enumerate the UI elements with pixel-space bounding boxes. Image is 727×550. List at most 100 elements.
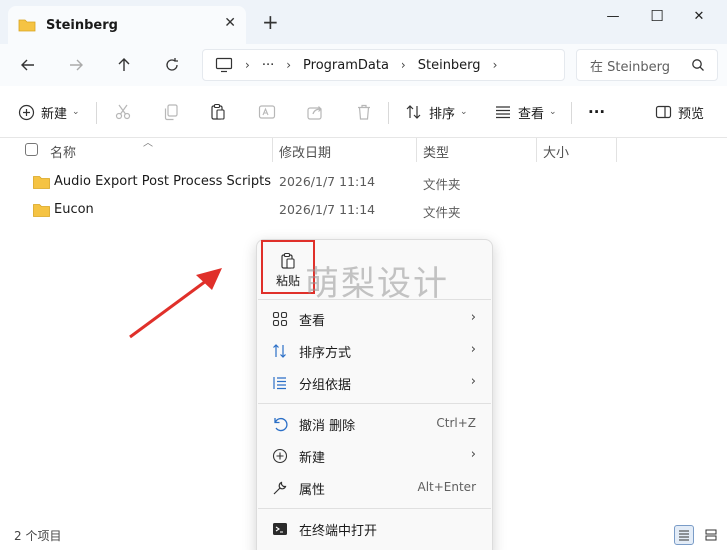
refresh-button[interactable] [160,53,184,77]
preview-pane-icon [655,105,672,119]
tab-close-button[interactable]: ✕ [224,15,236,31]
toolbar-divider [96,102,97,124]
preview-label: 预览 [678,106,705,122]
cut-button[interactable] [114,99,132,125]
menu-divider [258,403,491,404]
sort-icon [271,342,289,360]
new-tab-button[interactable]: + [262,12,279,32]
menu-item-group-by[interactable]: 分组依据 › [257,367,492,399]
context-menu: 粘贴 萌梨设计 查看 › 排序方式 › 分组依据 › 撤消 删除 Ctrl+Z [256,239,493,550]
details-view-button[interactable] [674,525,694,545]
menu-item-label: 排序方式 [299,346,352,361]
item-count: 2 个项目 [14,529,62,543]
clipboard-icon [211,103,225,120]
tab-steinberg[interactable]: Steinberg ✕ [8,6,246,44]
back-arrow-icon [21,59,34,71]
search-box[interactable]: 在 Steinberg [576,49,718,81]
close-button[interactable]: ✕ [684,6,714,26]
breadcrumb-ellipsis[interactable]: ··· [262,58,274,73]
breadcrumb-steinberg[interactable]: Steinberg [418,58,481,73]
column-modified[interactable]: 修改日期 [279,142,331,161]
file-modified: 2026/1/7 11:14 [279,174,376,189]
column-divider[interactable] [416,138,417,162]
menu-item-label: 新建 [299,451,326,466]
toolbar-divider [571,102,572,124]
paste-button[interactable] [209,99,227,125]
view-button[interactable]: 查看 ⌄ [494,99,557,125]
breadcrumb-chevron-icon: › [286,58,292,72]
folder-icon [33,176,50,189]
chevron-down-icon: ⌄ [460,107,468,117]
breadcrumb-programdata[interactable]: ProgramData [303,58,389,73]
refresh-icon [166,58,178,71]
navigation-bar: › ··· › ProgramData › Steinberg › 在 Stei… [0,44,727,86]
column-divider[interactable] [616,138,617,162]
menu-divider [258,299,491,300]
toolbar-divider [388,102,389,124]
sort-button[interactable]: 排序 ⌄ [405,99,468,125]
rename-button[interactable] [258,99,276,125]
copy-button[interactable] [162,99,180,125]
file-modified: 2026/1/7 11:14 [279,202,376,217]
more-options-button[interactable]: ··· [588,99,605,125]
back-button[interactable] [16,53,40,77]
file-name: Audio Export Post Process Scripts [54,174,272,189]
column-name[interactable]: 名称 [50,142,76,161]
new-label: 新建 [41,106,68,122]
rename-icon [258,105,276,119]
menu-item-label: 分组依据 [299,378,352,393]
sort-arrows-icon [406,105,421,119]
group-icon [271,374,289,392]
new-button[interactable]: 新建 ⌄ [18,99,80,125]
delete-button[interactable] [355,99,373,125]
chevron-down-icon: ⌄ [72,107,80,117]
chevron-right-icon: › [470,447,476,462]
undo-icon [271,415,289,433]
forward-button[interactable] [64,53,88,77]
plus-circle-icon [18,104,35,120]
share-icon [307,106,322,120]
share-button[interactable] [306,99,324,125]
menu-item-label: 在终端中打开 [299,524,378,539]
sort-indicator-icon: ︿ [143,138,153,149]
column-type[interactable]: 类型 [423,142,449,161]
up-button[interactable] [112,53,136,77]
tab-title: Steinberg [46,17,118,33]
file-type: 文件夹 [423,177,461,192]
file-name: Eucon [54,202,94,217]
select-all-checkbox[interactable] [25,143,38,156]
view-label: 查看 [518,106,545,122]
preview-button[interactable]: 预览 [655,99,704,125]
chevron-right-icon: › [470,374,476,389]
tiles-view-button[interactable] [701,525,721,545]
menu-item-open-in-terminal[interactable]: 在终端中打开 [257,513,492,545]
forward-arrow-icon [70,59,83,71]
menu-item-label: 撤消 删除 [299,419,356,434]
menu-item-view[interactable]: 查看 › [257,303,492,335]
breadcrumb-chevron-icon: › [492,58,498,72]
clipboard-icon [281,252,295,269]
menu-item-properties[interactable]: 属性 Alt+Enter [257,472,492,504]
minimize-button[interactable]: — [598,6,628,26]
table-row[interactable]: Eucon 2026/1/7 11:14 文件夹 [0,196,727,224]
menu-item-new[interactable]: 新建 › [257,440,492,472]
details-view-icon [679,530,689,541]
column-divider[interactable] [272,138,273,162]
table-row[interactable]: Audio Export Post Process Scripts 2026/1… [0,168,727,196]
menu-divider [258,508,491,509]
menu-item-undo-delete[interactable]: 撤消 删除 Ctrl+Z [257,408,492,440]
command-bar: 新建 ⌄ 排序 ⌄ 查看 ⌄ ··· 预览 [0,86,727,138]
computer-icon [215,57,233,73]
chevron-right-icon: › [470,342,476,357]
column-divider[interactable] [536,138,537,162]
maximize-button[interactable]: ☐ [642,6,672,26]
column-size[interactable]: 大小 [543,142,569,161]
up-arrow-icon [118,58,130,71]
menu-item-shortcut: Alt+Enter [417,480,476,494]
chevron-right-icon: › [470,310,476,325]
terminal-icon [271,520,289,538]
menu-item-sort-by[interactable]: 排序方式 › [257,335,492,367]
properties-icon [271,479,289,497]
address-bar[interactable]: › ··· › ProgramData › Steinberg › [202,49,565,81]
search-icon [692,59,704,71]
